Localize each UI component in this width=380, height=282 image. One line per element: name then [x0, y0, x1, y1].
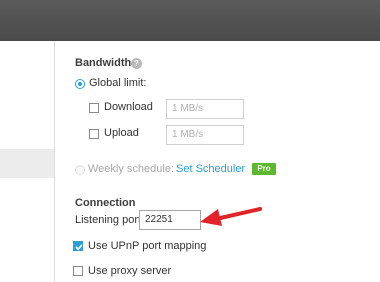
upload-label: Upload — [104, 127, 139, 139]
window-title-bar — [0, 0, 380, 41]
settings-sidebar — [0, 41, 54, 282]
sidebar-divider — [54, 41, 55, 282]
global-limit-label: Global limit: — [89, 77, 147, 89]
weekly-schedule-radio[interactable] — [75, 165, 85, 175]
weekly-schedule-label: Weekly schedule: — [88, 163, 175, 175]
help-icon[interactable]: ? — [131, 58, 142, 69]
download-limit-checkbox[interactable] — [89, 103, 99, 113]
listening-port-input[interactable]: 22251 — [139, 210, 201, 230]
download-label: Download — [104, 101, 153, 113]
pro-badge: Pro — [252, 163, 276, 175]
proxy-label: Use proxy server — [88, 265, 172, 277]
listening-port-label: Listening port: — [75, 214, 145, 226]
proxy-checkbox[interactable] — [73, 266, 83, 276]
checkmark-icon — [75, 244, 83, 251]
upload-limit-input[interactable]: 1 MB/s — [166, 125, 244, 145]
set-scheduler-link[interactable]: Set Scheduler — [176, 163, 245, 175]
download-limit-input[interactable]: 1 MB/s — [166, 99, 244, 119]
red-arrow-annotation — [200, 207, 262, 226]
sidebar-item-selected[interactable] — [0, 149, 54, 178]
connection-heading: Connection — [75, 197, 136, 209]
bandwidth-heading: Bandwidth — [75, 57, 132, 69]
upnp-label: Use UPnP port mapping — [88, 240, 207, 252]
upload-limit-checkbox[interactable] — [89, 129, 99, 139]
upnp-checkbox[interactable] — [73, 241, 83, 251]
global-limit-radio[interactable] — [75, 79, 85, 89]
